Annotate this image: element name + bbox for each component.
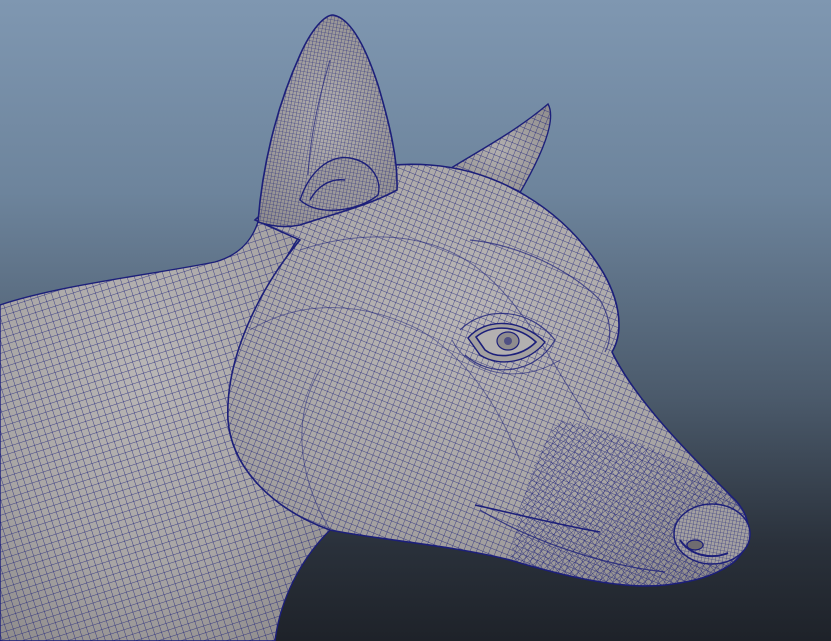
3d-viewport[interactable] <box>0 0 831 641</box>
dog-head-mesh-render <box>0 14 751 641</box>
near-ear <box>257 14 398 228</box>
nose <box>673 503 751 565</box>
